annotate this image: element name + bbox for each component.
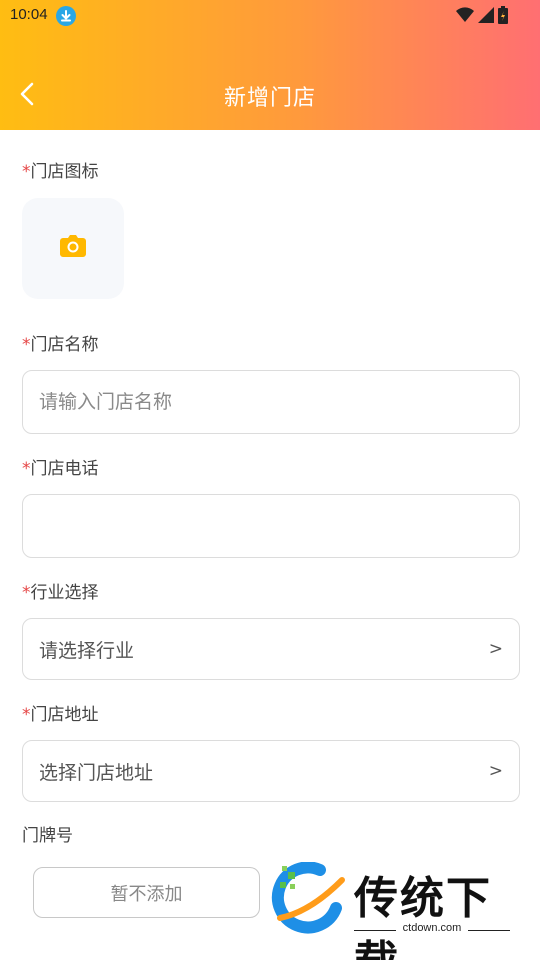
wifi-icon [456,7,474,23]
industry-select[interactable]: 请选择行业 > [22,618,520,680]
download-notification-icon [56,6,76,26]
required-mark: * [22,162,31,182]
chevron-right-icon: > [488,639,503,659]
store-phone-input[interactable] [39,495,499,557]
watermark-logo-icon [270,861,346,940]
chevron-right-icon: > [488,761,503,781]
store-name-input[interactable] [39,371,499,433]
watermark-line-right [468,930,510,931]
store-phone-field[interactable] [22,494,520,558]
address-placeholder: 选择门店地址 [39,761,154,784]
status-bar: 10:04 [0,0,540,32]
header: 10:04 新增门店 [0,0,540,130]
nav-bar: 新增门店 [0,64,540,124]
skip-button[interactable]: 暂不添加 [33,867,260,918]
battery-icon [498,6,508,24]
address-select[interactable]: 选择门店地址 > [22,740,520,802]
store-name-label: *门店名称 [22,335,99,355]
store-phone-label: *门店电话 [22,459,99,479]
page-title: 新增门店 [223,86,316,111]
watermark: 传统下载 ctdown.com [266,858,526,960]
signal-icon [478,7,494,23]
store-name-field[interactable] [22,370,520,434]
watermark-domain: ctdown.com [402,922,462,934]
status-time: 10:04 [10,6,48,23]
store-icon-upload[interactable] [22,198,124,299]
camera-icon [60,235,86,261]
status-icons [456,6,508,24]
watermark-title: 传统下载 [354,873,492,960]
house-number-label: 门牌号 [22,826,73,846]
store-icon-label: *门店图标 [22,162,99,182]
industry-label: *行业选择 [22,583,99,603]
industry-placeholder: 请选择行业 [39,639,135,662]
address-label: *门店地址 [22,705,99,725]
